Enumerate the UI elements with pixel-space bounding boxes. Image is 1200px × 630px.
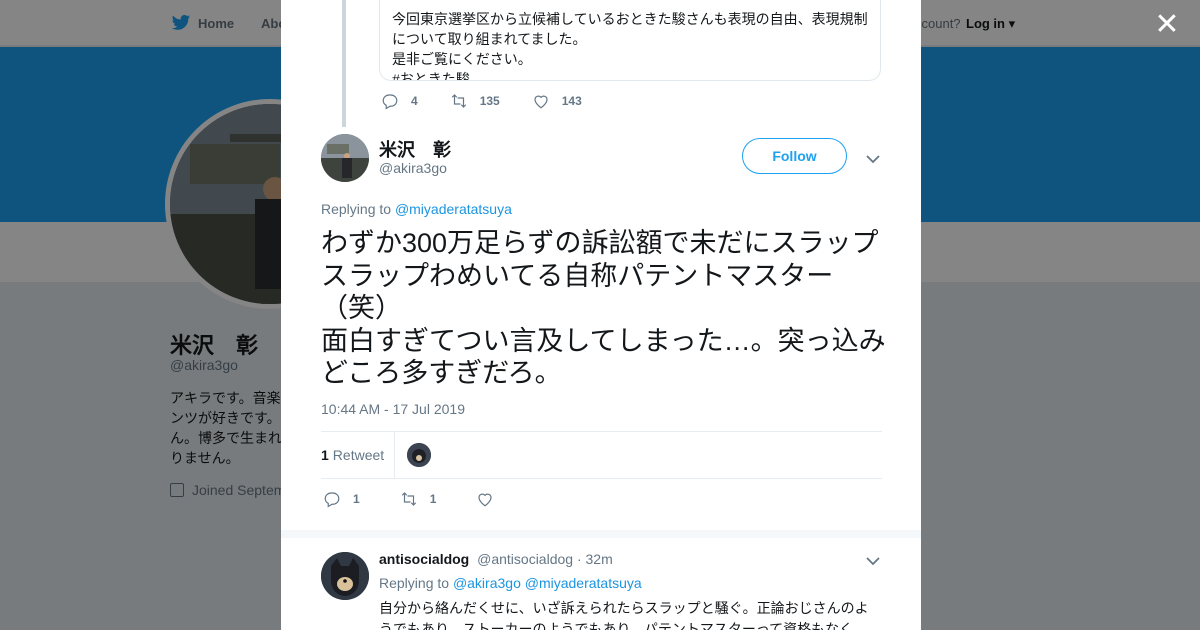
- quoted-tweet-text: 今回東京選挙区から立候補しているおときた駿さんも表現の自由、表現規制 について取…: [392, 11, 868, 81]
- quoted-tweet-card[interactable]: 今回東京選挙区から立候補しているおときた駿さんも表現の自由、表現規制 について取…: [379, 0, 881, 81]
- reply-replying-link-2[interactable]: @miyaderatatsuya: [525, 575, 642, 591]
- replying-prefix: Replying to: [321, 201, 392, 217]
- reply-author-handle[interactable]: @antisocialdog: [477, 551, 573, 567]
- reply-button[interactable]: 4: [381, 92, 418, 110]
- tweet-timestamp[interactable]: 10:44 AM - 17 Jul 2019: [321, 401, 465, 417]
- author-handle[interactable]: @akira3go: [379, 160, 447, 176]
- reply-author-name[interactable]: antisocialdog: [379, 551, 469, 567]
- retweet-button[interactable]: 135: [450, 92, 500, 110]
- like-count: 143: [561, 94, 582, 108]
- retweet-icon: [451, 94, 466, 108]
- replies-divider: [281, 530, 921, 538]
- thread-line: [342, 0, 346, 127]
- tweet-stats: 1 Retweet: [321, 431, 882, 479]
- heart-icon: [534, 95, 548, 109]
- reply-time[interactable]: · 32m: [577, 551, 613, 567]
- retweet-count: 1: [429, 492, 437, 506]
- retweet-stat-label: Retweet: [332, 447, 385, 463]
- heart-icon: [478, 493, 492, 507]
- retweet-button[interactable]: 1: [400, 490, 437, 508]
- tweet-modal: 今回東京選挙区から立候補しているおときた駿さんも表現の自由、表現規制 について取…: [281, 0, 921, 630]
- tweet-menu-button[interactable]: [866, 151, 880, 164]
- close-icon[interactable]: ✕: [1154, 10, 1180, 40]
- reply-icon: [324, 492, 340, 508]
- like-button[interactable]: 143: [532, 92, 582, 110]
- reply-header: antisocialdog @antisocialdog · 32m: [379, 551, 613, 567]
- retweet-icon: [401, 492, 416, 506]
- reply-replying-prefix: Replying to: [379, 575, 450, 591]
- reply-replying-link-1[interactable]: @akira3go: [453, 575, 521, 591]
- author-name[interactable]: 米沢 彰: [379, 136, 451, 162]
- follow-button[interactable]: Follow: [742, 138, 847, 174]
- reply-icon: [382, 94, 398, 110]
- reply-menu-button[interactable]: [866, 553, 880, 566]
- reply-count: 4: [411, 94, 418, 108]
- retweet-count: 135: [479, 94, 500, 108]
- chevron-down-icon: [866, 155, 880, 164]
- retweet-stat-count: 1: [321, 447, 329, 463]
- chevron-down-icon: [866, 557, 880, 566]
- replying-to: Replying to @miyaderatatsuya: [321, 201, 512, 217]
- retweeter-avatar[interactable]: [407, 443, 431, 467]
- reply-text: 自分から絡んだくせに、いざ訴えられたらスラップと騒ぐ。正論おじさんのよ うでもあ…: [379, 600, 869, 630]
- retweet-stat[interactable]: 1 Retweet: [321, 447, 384, 463]
- tweet-text: わずか300万足らずの訴訟額で未だにスラップスラップわめいてる自称パテントマスタ…: [321, 228, 886, 388]
- reply-button[interactable]: 1: [323, 490, 360, 508]
- author-avatar[interactable]: [321, 134, 369, 182]
- reply-count: 1: [353, 492, 360, 506]
- parent-tweet-actions: 4 135 143: [381, 92, 614, 110]
- like-button[interactable]: [476, 490, 506, 508]
- tweet-actions: 1 1: [323, 490, 546, 508]
- reply-author-avatar[interactable]: [321, 552, 369, 600]
- stats-divider: [394, 432, 395, 478]
- reply-replying-to: Replying to @akira3go @miyaderatatsuya: [379, 575, 642, 591]
- replying-to-link[interactable]: @miyaderatatsuya: [395, 201, 512, 217]
